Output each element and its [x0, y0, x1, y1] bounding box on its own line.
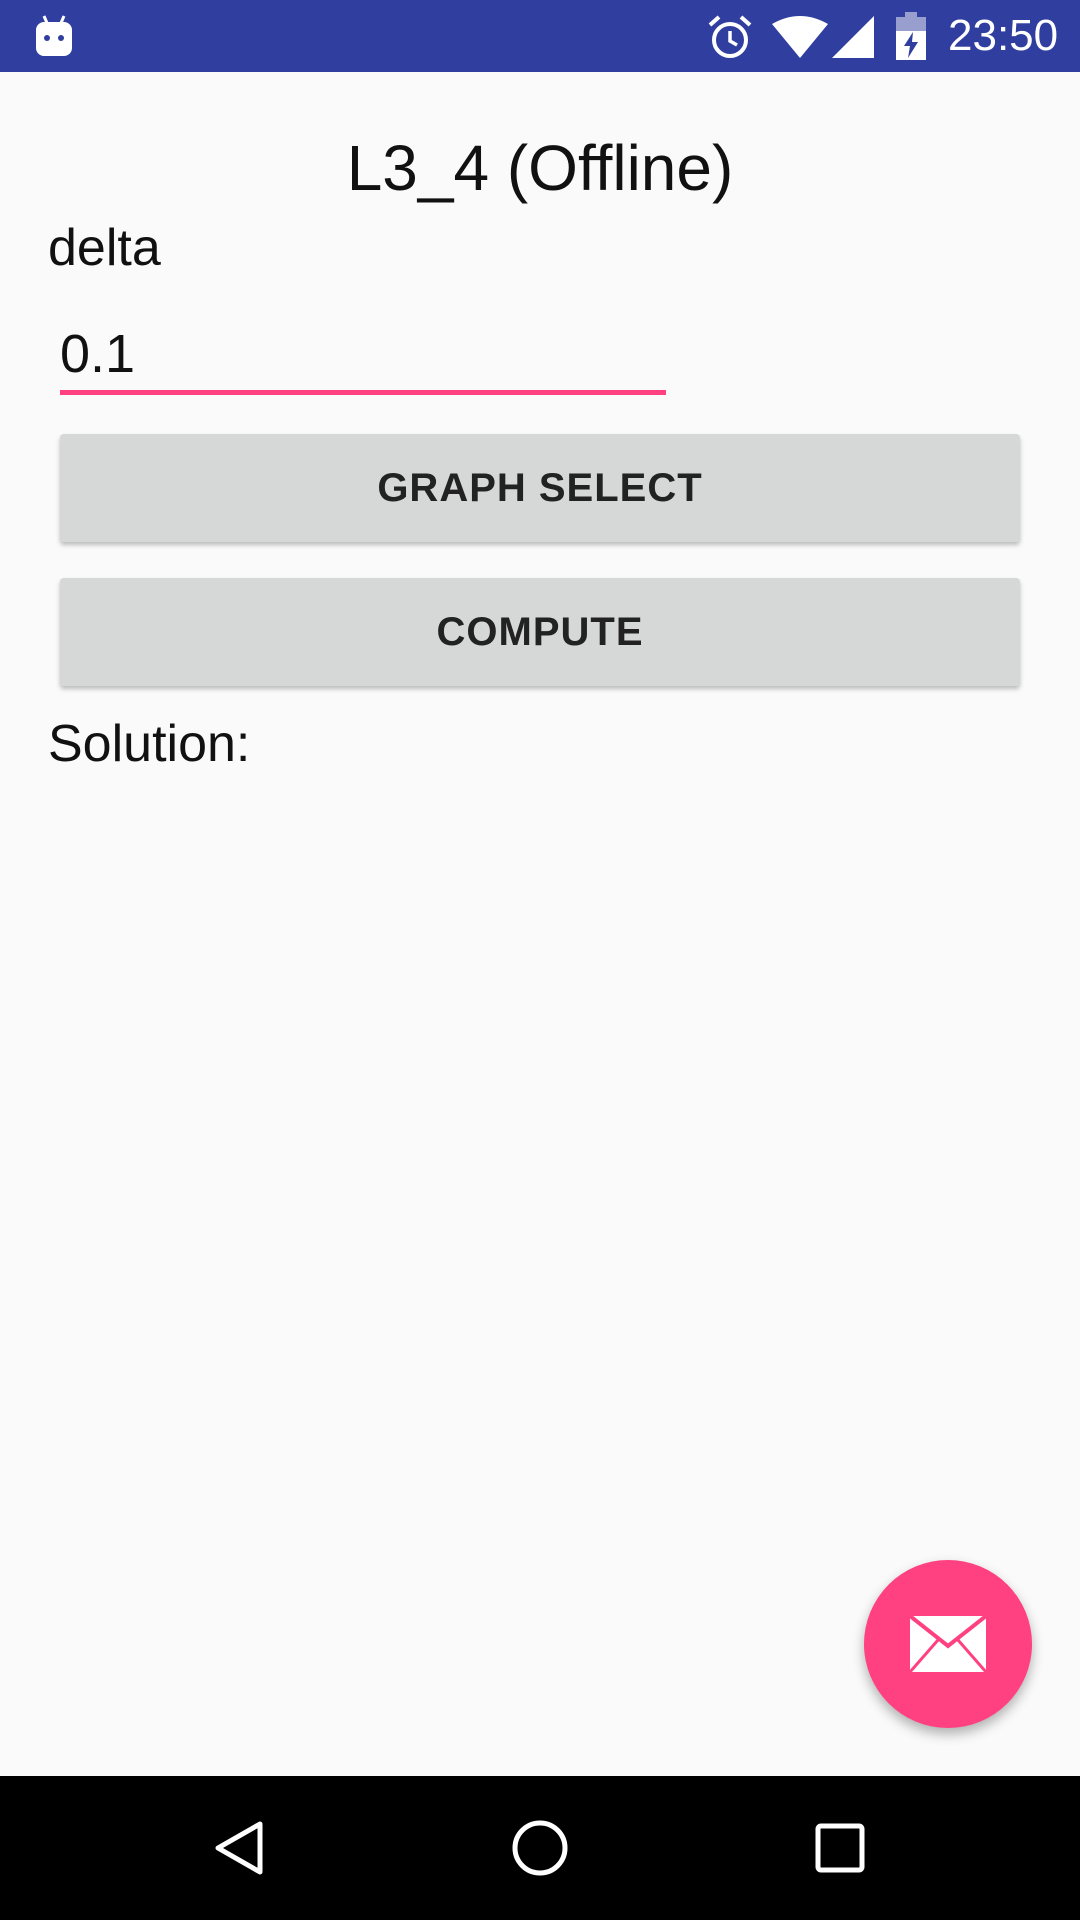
page-title: L3_4 (Offline): [346, 132, 734, 204]
battery-charging-icon: [896, 12, 926, 60]
status-bar: 23:50: [0, 0, 1080, 72]
alarm-icon: [708, 15, 752, 58]
delta-input[interactable]: [60, 314, 666, 394]
signal-icon: [832, 16, 874, 58]
wifi-icon: [772, 16, 828, 58]
navigation-bar: [0, 1776, 1080, 1920]
status-clock: 23:50: [948, 11, 1059, 60]
graph-select-button[interactable]: GRAPH SELECT: [60, 434, 1020, 542]
compute-button[interactable]: COMPUTE: [60, 578, 1020, 686]
recents-icon: [815, 1823, 865, 1873]
home-button[interactable]: [490, 1798, 590, 1898]
mail-fab-button[interactable]: [864, 1560, 1032, 1728]
home-icon: [512, 1820, 568, 1876]
mail-icon: [910, 1616, 986, 1672]
back-button[interactable]: [190, 1798, 290, 1898]
back-icon: [215, 1821, 263, 1875]
delta-label: delta: [48, 219, 161, 277]
solution-label: Solution:: [48, 715, 251, 773]
recents-button[interactable]: [790, 1798, 890, 1898]
android-icon: [36, 15, 72, 56]
delta-input-underline: [60, 390, 666, 395]
